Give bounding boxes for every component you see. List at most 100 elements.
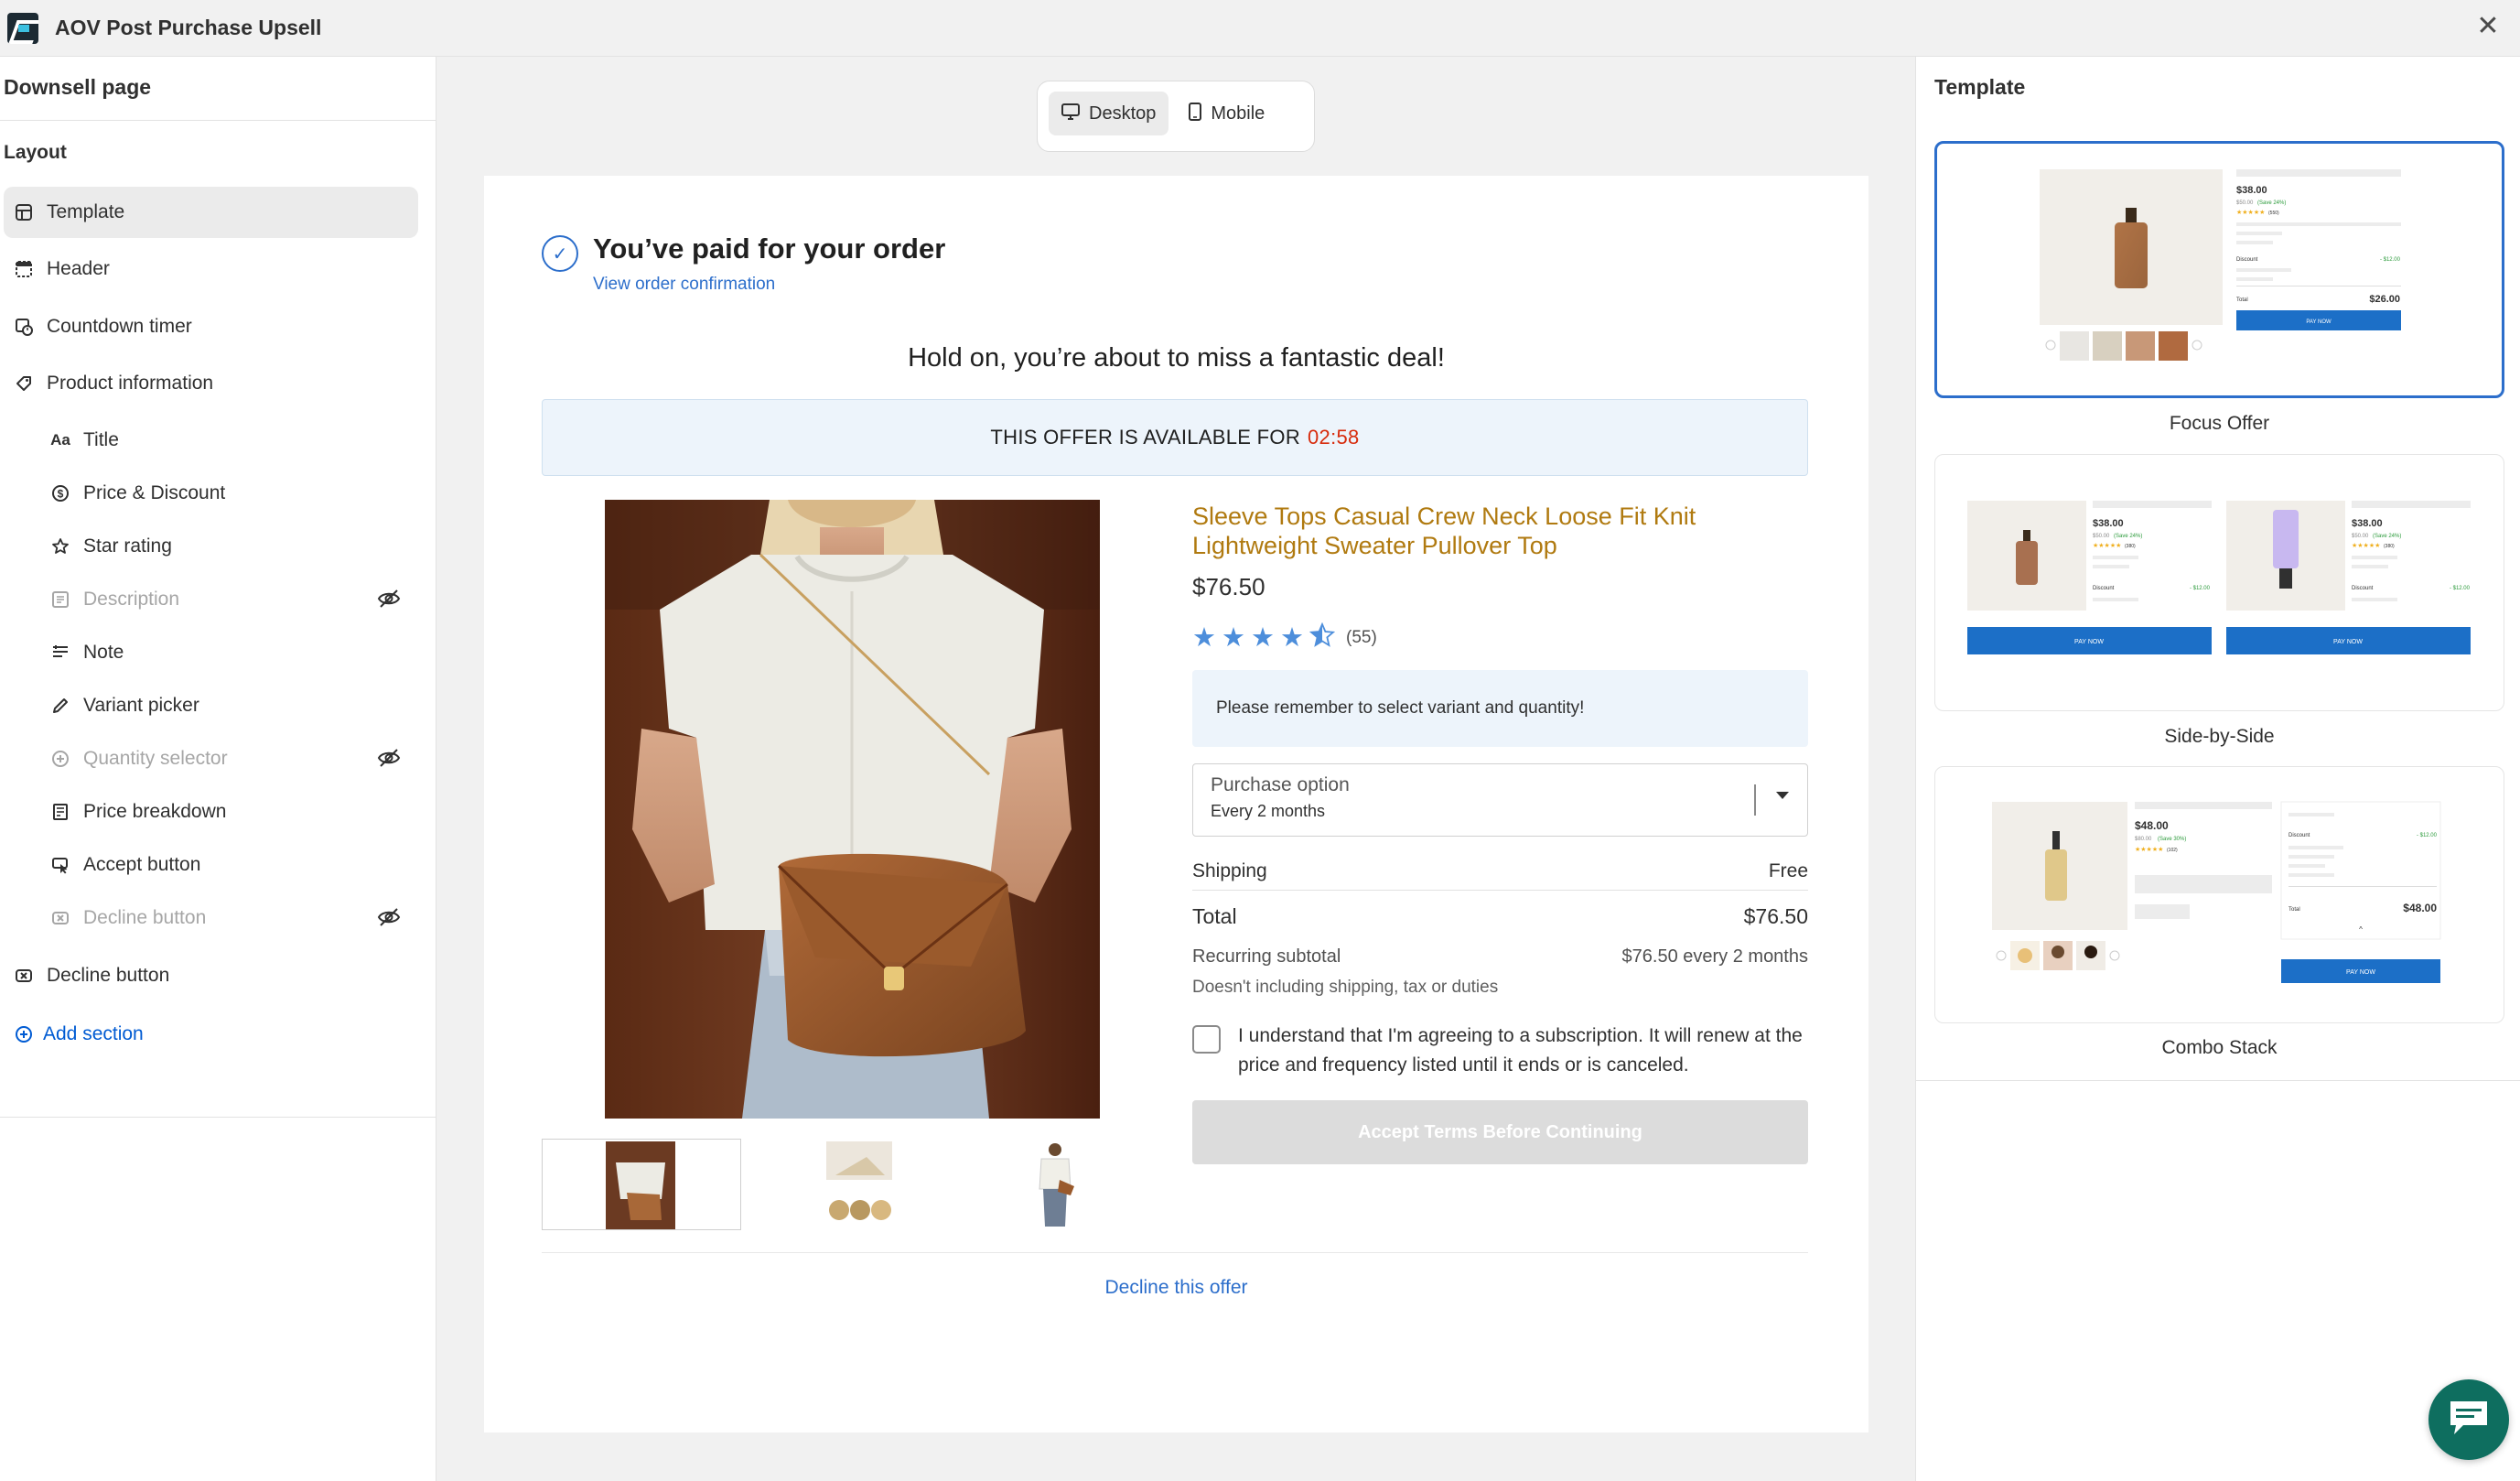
template-pay-button: PAY NOW — [2333, 639, 2363, 645]
dollar-circle-icon: $ — [50, 483, 70, 503]
total-row: Total $76.50 — [1192, 904, 1808, 929]
template-total-label: Total — [2236, 297, 2248, 303]
sidebar-item-label: Description — [83, 589, 180, 610]
sidebar-item-label: Decline button — [83, 907, 207, 928]
template-stars: ★★★★★ — [2135, 846, 2163, 853]
template-panel: Template $38.00 $50.00 (Save 24%) ★★★★★ … — [1915, 57, 2520, 1481]
header-icon — [14, 259, 34, 279]
sidebar-item-label: Note — [83, 642, 124, 663]
template-pay-button: PAY NOW — [2074, 639, 2104, 645]
template-stars: ★★★★★ — [2236, 209, 2265, 216]
sidebar-item-label: Star rating — [83, 535, 172, 557]
sidebar-item-note[interactable]: Note — [0, 627, 436, 678]
chevron-down-icon — [1776, 792, 1789, 799]
view-order-confirmation-link[interactable]: View order confirmation — [593, 275, 775, 295]
timer-icon — [14, 317, 34, 337]
star-icon: ★ — [1251, 623, 1275, 653]
note-icon — [50, 643, 70, 663]
layout-label: Layout — [4, 142, 67, 163]
chat-button[interactable] — [2428, 1379, 2509, 1460]
template-strike-price: $80.00 — [2135, 837, 2152, 842]
accept-terms-button[interactable]: Accept Terms Before Continuing — [1192, 1100, 1808, 1164]
sidebar-item-label: Countdown timer — [47, 316, 192, 337]
app-title: AOV Post Purchase Upsell — [55, 16, 322, 39]
product-thumbnail[interactable] — [748, 1139, 947, 1230]
add-section-button[interactable]: Add section — [0, 1009, 436, 1060]
sidebar-item-header[interactable]: Header — [0, 243, 436, 295]
template-save: (Save 24%) — [2373, 534, 2401, 539]
sidebar-item-price-discount[interactable]: $ Price & Discount — [0, 468, 436, 519]
sidebar-item-price-breakdown[interactable]: Price breakdown — [0, 786, 436, 838]
template-pay-button: PAY NOW — [2306, 319, 2332, 325]
shipping-value: Free — [1768, 860, 1808, 881]
sidebar-item-star-rating[interactable]: Star rating — [0, 521, 436, 572]
countdown-text: THIS OFFER IS AVAILABLE FOR — [990, 426, 1301, 449]
product-main-image[interactable] — [605, 500, 1100, 1119]
hidden-eye-icon[interactable] — [377, 907, 401, 927]
template-price: $38.00 — [2352, 518, 2383, 529]
template-card-side-by-side[interactable]: $38.00 $50.00 (Save 24%) ★★★★★ (380) Dis… — [1934, 454, 2504, 711]
purchase-option-value: Every 2 months — [1211, 802, 1326, 820]
template-total: $48.00 — [2403, 902, 2437, 914]
sidebar-item-quantity-selector[interactable]: Quantity selector — [0, 733, 436, 784]
total-value: $76.50 — [1743, 904, 1808, 928]
template-discount: - $12.00 — [2417, 833, 2438, 838]
mobile-label: Mobile — [1211, 103, 1265, 124]
phone-icon — [1189, 102, 1202, 125]
star-rating: ★ ★ ★ ★ (55) — [1192, 622, 1377, 654]
sidebar-heading: Downsell page — [0, 57, 436, 121]
purchase-option-select[interactable]: Purchase option Every 2 months — [1192, 763, 1808, 837]
sidebar-item-label: Quantity selector — [83, 748, 228, 769]
sidebar-item-label: Header — [47, 258, 110, 279]
sidebar-item-countdown-timer[interactable]: Countdown timer — [0, 301, 436, 352]
sidebar-item-accept-button[interactable]: Accept button — [0, 839, 436, 891]
mobile-view-button[interactable]: Mobile — [1176, 92, 1277, 135]
text-title-icon: Aa — [50, 431, 70, 449]
add-section-label: Add section — [43, 1023, 144, 1044]
layout-template-icon — [14, 202, 34, 222]
template-name: Focus Offer — [2169, 413, 2270, 434]
sidebar-item-template[interactable]: Template — [0, 187, 436, 238]
product-thumbnails — [542, 1139, 1109, 1230]
sidebar-item-label: Title — [83, 429, 119, 450]
template-total-label: Total — [2288, 907, 2300, 913]
monitor-icon — [1061, 103, 1080, 124]
template-price: $38.00 — [2093, 518, 2124, 529]
tag-icon — [14, 373, 34, 394]
product-thumbnail[interactable] — [542, 1139, 741, 1230]
template-discount-label: Discount — [2236, 257, 2258, 263]
countdown-banner: THIS OFFER IS AVAILABLE FOR 02:58 — [542, 399, 1808, 476]
hidden-eye-icon[interactable] — [377, 748, 401, 768]
decline-offer-link[interactable]: Decline this offer — [484, 1277, 1868, 1299]
sidebar-item-decline-button[interactable]: Decline button — [0, 950, 436, 1001]
recurring-value: $76.50 every 2 months — [1621, 946, 1808, 967]
sidebar-item-decline-button-block[interactable]: Decline button — [0, 892, 436, 944]
svg-text:$: $ — [58, 488, 64, 501]
deal-heading: Hold on, you’re about to miss a fantasti… — [908, 343, 1445, 373]
sidebar-item-description[interactable]: Description — [0, 574, 436, 625]
divider — [1916, 1080, 2520, 1081]
star-icon: ★ — [1280, 623, 1304, 653]
template-discount-label: Discount — [2288, 833, 2310, 838]
sidebar-item-variant-picker[interactable]: Variant picker — [0, 680, 436, 731]
sidebar-item-product-information[interactable]: Product information — [0, 358, 436, 409]
template-reviews: (102) — [2167, 848, 2178, 853]
close-icon[interactable]: ✕ — [2472, 11, 2504, 42]
template-pay-button: PAY NOW — [2346, 969, 2375, 976]
template-card-focus-offer[interactable]: $38.00 $50.00 (Save 24%) ★★★★★ (550) Dis… — [1934, 141, 2504, 398]
hidden-eye-icon[interactable] — [377, 589, 401, 609]
product-thumbnail[interactable] — [953, 1139, 1153, 1230]
subscription-agreement-text: I understand that I'm agreeing to a subs… — [1238, 1025, 1803, 1076]
purchase-option-label: Purchase option — [1211, 774, 1350, 795]
template-total: $26.00 — [2369, 294, 2400, 305]
sidebar-item-label: Accept button — [83, 854, 201, 875]
template-reviews: (380) — [2125, 544, 2136, 549]
sidebar-item-title[interactable]: Aa Title — [0, 415, 436, 466]
template-name: Combo Stack — [2161, 1037, 2278, 1058]
template-panel-heading: Template — [1934, 75, 2026, 99]
divider — [1192, 890, 1808, 891]
subscription-agree-checkbox[interactable] — [1192, 1025, 1221, 1054]
template-card-combo-stack[interactable]: $48.00 $80.00 (Save 30%) ★★★★★ (102) Dis… — [1934, 766, 2504, 1023]
template-reviews: (380) — [2384, 544, 2395, 549]
desktop-view-button[interactable]: Desktop — [1049, 92, 1169, 135]
